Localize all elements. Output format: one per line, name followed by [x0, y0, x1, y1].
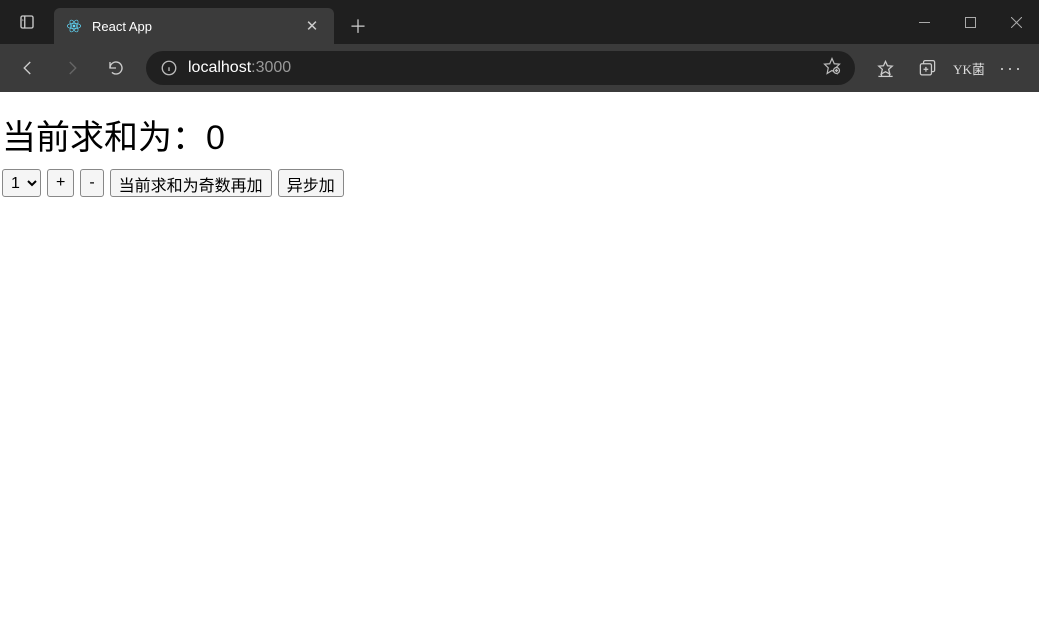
- vertical-tabs-button[interactable]: [0, 0, 54, 44]
- more-button[interactable]: ···: [991, 48, 1031, 88]
- forward-button[interactable]: [52, 48, 92, 88]
- back-button[interactable]: [8, 48, 48, 88]
- maximize-button[interactable]: [947, 0, 993, 44]
- collections-button[interactable]: [907, 48, 947, 88]
- increment-button[interactable]: +: [47, 169, 74, 197]
- close-tab-icon[interactable]: ✕: [302, 16, 322, 36]
- tab-bar: React App ✕ ＋: [0, 0, 1039, 44]
- sum-heading: 当前求和为：0: [0, 110, 1039, 159]
- react-icon: [66, 18, 82, 34]
- nav-bar: localhost:3000 YK菌 ···: [0, 44, 1039, 92]
- increment-if-odd-button[interactable]: 当前求和为奇数再加: [110, 169, 272, 197]
- url-host: localhost: [188, 59, 251, 76]
- controls-row: 1 + - 当前求和为奇数再加 异步加: [0, 169, 1039, 197]
- address-bar[interactable]: localhost:3000: [146, 51, 855, 85]
- profile-button[interactable]: YK菌: [949, 48, 989, 88]
- new-tab-button[interactable]: ＋: [340, 8, 376, 44]
- favorites-button[interactable]: [865, 48, 905, 88]
- window-controls: [901, 0, 1039, 44]
- step-select[interactable]: 1: [2, 169, 41, 197]
- heading-prefix: 当前求和为：: [2, 119, 206, 157]
- minimize-button[interactable]: [901, 0, 947, 44]
- sum-value: 0: [206, 119, 225, 157]
- url-port: :3000: [251, 59, 291, 76]
- tab-title: React App: [92, 19, 292, 34]
- page-content: 当前求和为：0 1 + - 当前求和为奇数再加 异步加: [0, 110, 1039, 197]
- refresh-button[interactable]: [96, 48, 136, 88]
- browser-tab[interactable]: React App ✕: [54, 8, 334, 44]
- url-text: localhost:3000: [188, 59, 813, 77]
- increment-async-button[interactable]: 异步加: [278, 169, 344, 197]
- decrement-button[interactable]: -: [80, 169, 103, 197]
- site-info-icon[interactable]: [160, 59, 178, 77]
- close-window-button[interactable]: [993, 0, 1039, 44]
- profile-label: YK菌: [953, 59, 985, 78]
- favorite-icon[interactable]: [823, 57, 841, 80]
